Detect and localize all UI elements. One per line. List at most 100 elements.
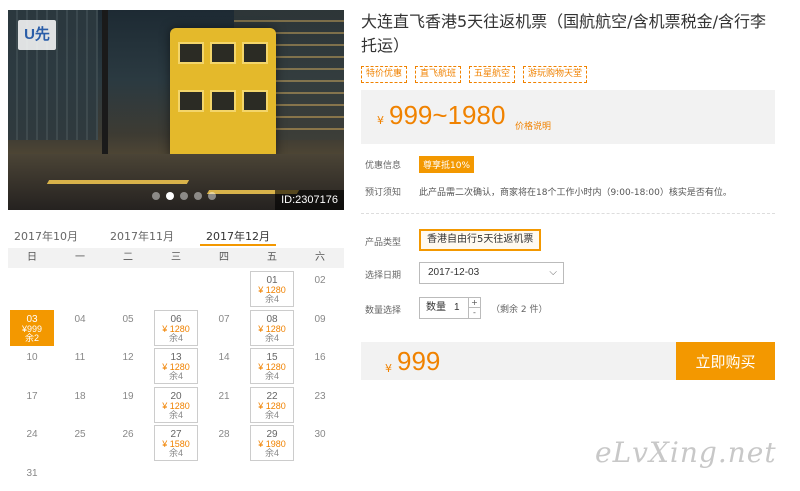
carousel-dot[interactable]: [180, 192, 188, 200]
day-number: 05: [122, 313, 134, 325]
calendar-day-available[interactable]: 27 ¥ 1580 余4: [154, 425, 198, 461]
price-box: ¥ 999~1980 价格说明: [361, 90, 775, 144]
calendar-day: 25: [58, 425, 102, 461]
weekday-label: 日: [27, 252, 37, 263]
carousel-dot[interactable]: [194, 192, 202, 200]
day-number: 07: [218, 313, 230, 325]
day-stock: 余4: [264, 332, 279, 343]
month-tabs: 2017年10月 2017年11月 2017年12月: [8, 222, 344, 248]
day-stock: 余4: [168, 448, 183, 458]
weekday-label: 五: [267, 252, 277, 263]
remaining-stock: （剩余 2 件）: [491, 305, 548, 315]
day-number: 19: [122, 390, 134, 402]
price-explain-link[interactable]: 价格说明: [515, 119, 551, 132]
calendar-cell: 10: [8, 347, 56, 386]
date-select-value: 2017-12-03: [428, 267, 480, 278]
calendar-cell: 05: [104, 309, 152, 348]
quantity-increase-button[interactable]: +: [469, 298, 480, 308]
day-number: 06: [170, 313, 182, 325]
day-number: 08: [266, 313, 278, 325]
calendar-day: 16: [298, 348, 342, 384]
product-title: 大连直飞香港5天往返机票（国航航空/含机票税金/含行李托运）: [361, 12, 766, 55]
calendar-day: 18: [58, 387, 102, 423]
month-tab[interactable]: 2017年12月: [200, 222, 276, 246]
day-stock: 余4: [264, 371, 279, 381]
day-stock: 余4: [264, 294, 279, 304]
carousel-dot[interactable]: [208, 192, 216, 200]
carousel-dot[interactable]: [152, 192, 160, 200]
day-number: 16: [314, 352, 326, 363]
calendar-day-available[interactable]: 03 ¥999 余2: [10, 309, 54, 346]
month-tab[interactable]: 2017年10月: [14, 222, 78, 244]
calendar-day: 10: [10, 348, 54, 384]
calendar-cell: 15 ¥ 1280 余4: [248, 347, 296, 386]
quantity-value[interactable]: 1: [454, 298, 460, 318]
product-tag: 游玩购物天堂: [523, 66, 588, 83]
day-number: 28: [218, 429, 230, 440]
calendar-day: 31: [10, 464, 54, 491]
quantity-decrease-button[interactable]: -: [469, 308, 480, 318]
product-photo-carousel[interactable]: U先 ID:2307176: [8, 10, 344, 210]
day-stock: 余4: [264, 448, 279, 458]
calendar-cell: [200, 270, 248, 309]
calendar-day-available[interactable]: 15 ¥ 1280 余4: [250, 348, 294, 384]
day-stock: 余4: [264, 409, 279, 420]
calendar-day-available[interactable]: 08 ¥ 1280 余4: [250, 309, 294, 346]
date-select[interactable]: 2017-12-03 ⌵: [419, 262, 564, 284]
day-number: 22: [266, 390, 278, 402]
weekday-label: 二: [123, 252, 133, 263]
calendar-cell: 30: [296, 424, 344, 463]
calendar-cell: [248, 463, 296, 491]
calendar-day-available[interactable]: 01 ¥ 1280 余4: [250, 271, 294, 307]
calendar-cell: 17: [8, 386, 56, 425]
calendar-day-available[interactable]: 20 ¥ 1280 余4: [154, 386, 198, 423]
tram-window: [242, 42, 268, 64]
calendar-cell: 03 ¥999 余2: [8, 309, 56, 348]
calendar-cell: 18: [56, 386, 104, 425]
buy-now-button[interactable]: 立即购买: [676, 342, 775, 380]
weekday-label: 一: [75, 252, 85, 263]
calendar-cell: 16: [296, 347, 344, 386]
day-number: 02: [314, 275, 326, 286]
quantity-stepper[interactable]: 数量 1 + -: [419, 297, 481, 319]
calendar-week-row: 31: [8, 463, 344, 491]
calendar-cell: [104, 270, 152, 309]
carousel-dots[interactable]: [152, 192, 216, 200]
calendar-week-row: 17 18 19 20 ¥ 1280 余4 21 22 ¥ 1280 余4 23: [8, 386, 344, 425]
total-price: 999: [397, 346, 441, 376]
carousel-dot[interactable]: [166, 192, 174, 200]
calendar-day-available[interactable]: 06 ¥ 1280 余4: [154, 309, 198, 346]
calendar-day-available[interactable]: 13 ¥ 1280 余4: [154, 348, 198, 384]
type-label: 产品类型: [365, 238, 402, 248]
calendar-cell: 25: [56, 424, 104, 463]
tram-window: [242, 90, 268, 112]
calendar-cell: 27 ¥ 1580 余4: [152, 424, 200, 463]
calendar-day: 07: [202, 310, 246, 346]
calendar-day-available[interactable]: 22 ¥ 1280 余4: [250, 386, 294, 423]
tram-window: [210, 90, 236, 112]
calendar-cell: [8, 270, 56, 309]
calendar-cell: [56, 463, 104, 491]
day-number: 31: [26, 467, 38, 479]
calendar-cell: 22 ¥ 1280 余4: [248, 386, 296, 425]
price-range: 999~1980: [389, 100, 506, 130]
day-number: 10: [26, 352, 38, 363]
day-number: 20: [170, 390, 182, 402]
day-number: 18: [74, 390, 86, 402]
qty-label: 数量选择: [365, 306, 402, 316]
calendar-day: 19: [106, 387, 150, 423]
day-number: 30: [314, 429, 326, 440]
notice-label: 预订须知: [365, 188, 402, 198]
product-type-option[interactable]: 香港自由行5天往返机票: [419, 229, 542, 251]
calendar-day: 12: [106, 348, 150, 384]
site-logo: U先: [18, 20, 56, 50]
month-tab[interactable]: 2017年11月: [110, 222, 174, 244]
calendar-day: 17: [10, 387, 54, 423]
calendar-day-available[interactable]: 29 ¥ 1980 余4: [250, 425, 294, 461]
currency-symbol: ¥: [377, 114, 384, 127]
calendar-cell: 31: [8, 463, 56, 491]
calendar-grid: 01 ¥ 1280 余4 02 03 ¥999 余2 04 05 06 ¥ 1280 余4 07 08 ¥ …: [8, 270, 344, 491]
product-tag: 五星航空: [469, 66, 516, 83]
day-number: 25: [74, 429, 86, 440]
promo-badge: 尊享抵10%: [419, 156, 475, 173]
